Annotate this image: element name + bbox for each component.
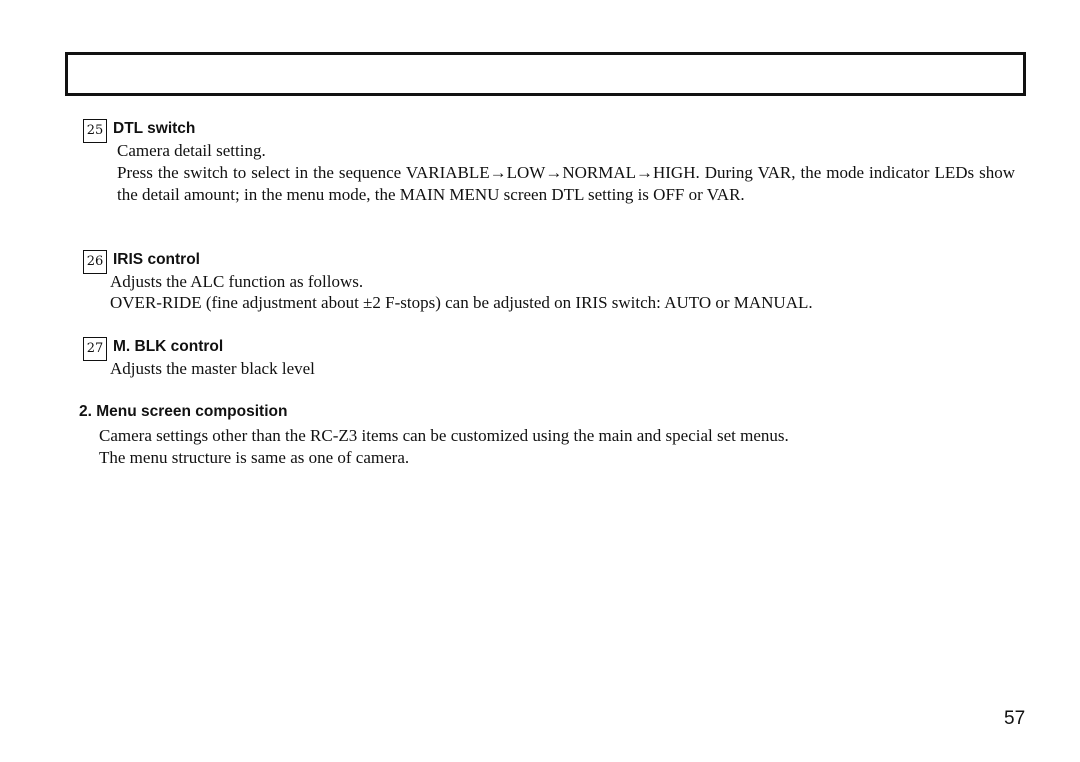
menu-section-heading: 2. Menu screen composition	[79, 403, 288, 420]
section-line: Camera detail setting.	[117, 141, 266, 160]
section-title: M. BLK control	[113, 338, 224, 355]
section-title: IRIS control	[113, 251, 200, 268]
section-line: OVER-RIDE (fine adjustment about ±2 F-st…	[110, 293, 813, 312]
menu-section-line: Camera settings other than the RC-Z3 ite…	[99, 426, 789, 445]
section-paragraph: Press the switch to select in the sequen…	[117, 163, 1015, 204]
section-line: Adjusts the ALC function as follows.	[110, 272, 364, 291]
menu-section-line: The menu structure is same as one of cam…	[99, 448, 410, 467]
item-number-box: 26	[83, 250, 107, 274]
page-header-box	[65, 52, 1026, 96]
section-line: Adjusts the master black level	[110, 359, 315, 378]
item-number-box: 27	[83, 337, 107, 361]
page-number: 57	[1004, 708, 1026, 729]
item-number-box: 25	[83, 119, 107, 143]
section-title: DTL switch	[113, 120, 196, 137]
